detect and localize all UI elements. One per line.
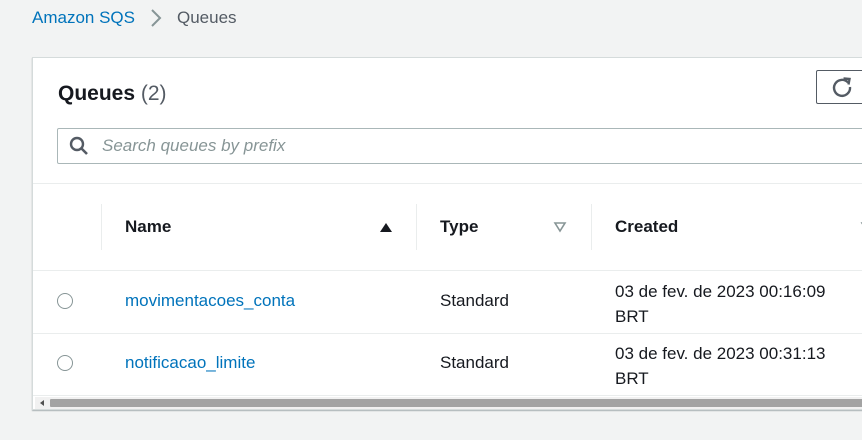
breadcrumb: Amazon SQS Queues: [32, 8, 237, 28]
column-divider: [591, 204, 592, 250]
table-row: notificacao_limite Standard 03 de fev. d…: [33, 333, 862, 396]
queue-created-date: 03 de fev. de 2023 00:31:13: [615, 344, 826, 363]
queue-count: (2): [140, 82, 167, 105]
breadcrumb-amazon-sqs-link[interactable]: Amazon SQS: [32, 8, 135, 28]
page-title: Queues (2): [58, 82, 167, 106]
queue-name-link[interactable]: movimentacoes_conta: [125, 291, 295, 311]
column-header-type[interactable]: Type: [440, 184, 478, 270]
breadcrumb-current: Queues: [177, 8, 237, 27]
column-header-name-label: Name: [125, 217, 172, 236]
search-icon: [69, 136, 89, 156]
row-select-radio[interactable]: [57, 355, 73, 371]
queue-type: Standard: [440, 353, 509, 372]
refresh-button[interactable]: [816, 70, 862, 104]
column-header-created-label: Created: [615, 217, 679, 236]
row-select-radio[interactable]: [57, 293, 73, 309]
table-row: movimentacoes_conta Standard 03 de fev. …: [33, 271, 862, 334]
queue-created: 03 de fev. de 2023 00:31:13 BRT: [615, 341, 855, 391]
scrollbar-thumb[interactable]: [50, 399, 862, 407]
sort-ascending-icon[interactable]: [378, 219, 394, 235]
column-header-name[interactable]: Name: [125, 184, 171, 270]
panel-title-text: Queues: [58, 82, 136, 105]
horizontal-scrollbar[interactable]: [35, 397, 862, 409]
queue-created-tz: BRT: [615, 307, 649, 326]
column-header-type-label: Type: [440, 217, 479, 236]
table-header: Name Type Created: [33, 184, 862, 271]
queue-type: Standard: [440, 291, 509, 310]
queue-created-date: 03 de fev. de 2023 00:16:09: [615, 282, 826, 301]
column-divider: [101, 204, 102, 250]
column-header-created[interactable]: Created: [615, 184, 678, 270]
queue-created-tz: BRT: [615, 369, 649, 388]
search-input[interactable]: [100, 135, 862, 157]
refresh-icon: [831, 76, 853, 98]
search-field: [57, 128, 862, 164]
chevron-right-icon: [141, 8, 171, 28]
scroll-left-icon[interactable]: [38, 399, 46, 407]
queue-created: 03 de fev. de 2023 00:16:09 BRT: [615, 279, 855, 329]
queue-name-link[interactable]: notificacao_limite: [125, 353, 255, 373]
queues-panel: Queues (2) Name Type: [32, 57, 862, 410]
column-divider: [416, 204, 417, 250]
sort-unsorted-icon[interactable]: [552, 219, 568, 235]
